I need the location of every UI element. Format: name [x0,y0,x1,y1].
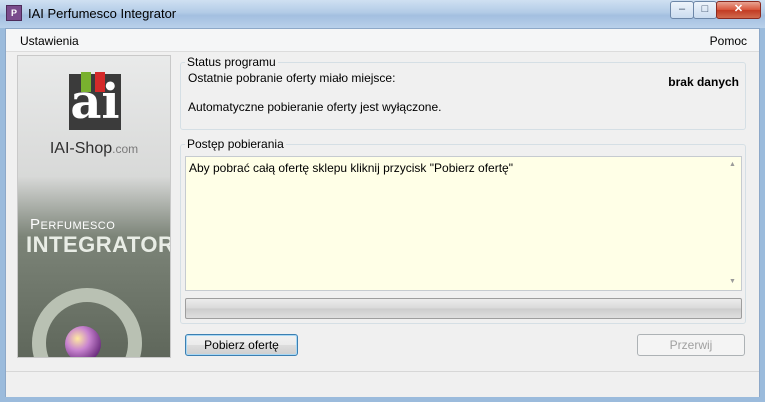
auto-download-status: Automatyczne pobieranie oferty jest wyłą… [188,100,442,114]
window-title: IAI Perfumesco Integrator [28,6,177,21]
menu-item-help[interactable]: Pomoc [710,34,747,48]
menu-item-settings[interactable]: Ustawienia [20,34,79,48]
download-progress-bar [185,298,742,319]
app-icon: P [6,5,22,21]
program-status-group: Status programu Ostatnie pobranie oferty… [180,55,746,130]
iai-shop-name: IAI-Shop [49,140,113,157]
status-group-legend: Status programu [185,55,278,69]
minimize-button[interactable]: ‒ [670,1,694,19]
download-progress-group: Postęp pobierania Aby pobrać całą ofertę… [180,137,746,324]
download-log-textbox[interactable]: Aby pobrać całą ofertę sklepu kliknij pr… [185,156,742,291]
branding-panel: ai IAI-Shop.com Perfumesco INTEGRATOR [17,55,171,358]
last-download-value: brak danych [668,75,739,89]
title-bar[interactable]: P IAI Perfumesco Integrator ‒ □ ✕ [0,0,765,28]
iai-shop-wordmark: IAI-Shop.com [18,140,170,158]
product-name-line2: INTEGRATOR [26,232,171,257]
log-scrollbar[interactable]: ▲ ▼ [725,157,741,290]
progress-group-legend: Postęp pobierania [185,137,286,151]
client-area: Ustawienia Pomoc ai IAI-Shop.com Perfume… [5,28,760,397]
scroll-down-arrow-icon[interactable]: ▼ [729,278,736,285]
maximize-button[interactable]: □ [693,1,717,19]
perfume-ball-icon [65,326,101,357]
close-button[interactable]: ✕ [716,1,761,19]
product-name-line1: Perfumesco [30,216,116,233]
download-offer-button[interactable]: Pobierz ofertę [185,334,298,356]
download-log-text: Aby pobrać całą ofertę sklepu kliknij pr… [189,161,513,175]
status-bar [6,371,759,397]
iai-logo-icon: ai [69,72,121,130]
last-download-label: Ostatnie pobranie oferty miało miejsce: [188,71,396,85]
menu-bar: Ustawienia Pomoc [6,29,759,52]
app-window: P IAI Perfumesco Integrator ‒ □ ✕ Ustawi… [0,0,765,402]
scroll-up-arrow-icon[interactable]: ▲ [729,161,736,168]
stop-button[interactable]: Przerwij [637,334,745,356]
iai-shop-domain: .com [112,142,139,156]
